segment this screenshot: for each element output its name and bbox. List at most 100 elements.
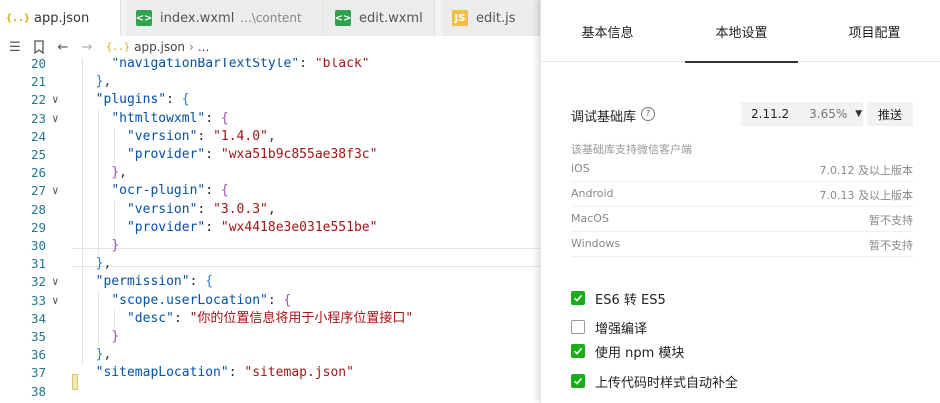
bookmark-icon[interactable] [30, 38, 48, 56]
breadcrumb-separator: › [189, 40, 194, 54]
platform-support: 7.0.13 及以上版本 [819, 189, 913, 202]
code-line[interactable]: 30 } [0, 237, 540, 255]
fold-chevron-icon[interactable]: ∨ [52, 273, 59, 291]
project-settings-panel: 基本信息 本地设置 项目配置 调试基础库 ? 2.11.2 3.65% ▼ 推送… [540, 0, 940, 403]
debug-library-label: 调试基础库 [571, 110, 637, 125]
fold-chevron-icon[interactable]: ∨ [52, 182, 59, 200]
checkbox-es6[interactable] [571, 291, 585, 305]
platform-row-android: Android 7.0.13 及以上版本 [571, 182, 913, 207]
code-line[interactable]: 26 }, [0, 164, 540, 182]
code-text: "scope.userLocation": { [111, 292, 292, 308]
tab-edit-js[interactable]: JS edit.js [442, 0, 540, 36]
library-version-select[interactable]: 2.11.2 3.65% ▼ [741, 102, 863, 126]
code-line[interactable]: 34 "desc": "你的位置信息将用于小程序位置接口" [0, 310, 540, 328]
code-text: "version": "1.4.0", [126, 128, 276, 144]
platform-support: 7.0.12 及以上版本 [819, 164, 913, 177]
fold-chevron-icon[interactable]: ∨ [52, 91, 59, 109]
line-number: 24 [30, 128, 46, 144]
line-number: 23 [30, 110, 46, 126]
breadcrumb-file[interactable]: app.json [134, 40, 185, 54]
code-text: "plugins": { [95, 92, 190, 108]
checkbox-label: 上传代码时样式自动补全 [595, 375, 739, 391]
code-line[interactable]: 25 "provider": "wxa51b9c855ae38f3c" [0, 146, 540, 164]
fold-chevron-icon[interactable]: ∨ [52, 292, 59, 310]
code-line[interactable]: 20 "navigationBarTextStyle": "black" [0, 58, 540, 73]
code-line[interactable]: 29 "provider": "wx4418e3e031e551be" [0, 219, 540, 237]
wxml-file-icon: <> [136, 10, 152, 26]
debug-library-row: 调试基础库 ? 2.11.2 3.65% ▼ 推送 [571, 100, 913, 128]
checkmark-icon [573, 294, 583, 302]
line-number: 22 [30, 92, 46, 108]
tab-app-json[interactable]: {..} app.json [0, 0, 121, 36]
json-file-icon: {..} [106, 41, 131, 53]
code-text: }, [95, 347, 112, 363]
code-line[interactable]: 38 [0, 383, 540, 401]
tab-label: edit.js [476, 10, 516, 26]
line-number: 21 [30, 74, 46, 90]
code-text: } [111, 238, 120, 253]
checkmark-icon [573, 347, 583, 355]
platform-name: MacOS [571, 212, 609, 225]
breadcrumb-toolbar: ☰ ← → {..} app.json › ... [0, 36, 540, 58]
help-icon[interactable]: ? [641, 107, 655, 121]
line-number: 36 [30, 347, 46, 363]
tab-index-wxml[interactable]: <> index.wxml ...\content [126, 0, 324, 36]
tab-path-hint: ...\content [240, 11, 302, 25]
tab-edit-wxml[interactable]: <> edit.wxml [325, 0, 435, 36]
checkbox-label: ES6 转 ES5 [595, 292, 666, 308]
checkbox-label: 增强编译 [595, 321, 648, 337]
checkbox-npm[interactable] [571, 344, 585, 358]
checkbox-row-es6[interactable]: ES6 转 ES5 [571, 289, 666, 308]
js-file-icon: JS [452, 10, 468, 26]
code-line[interactable]: 27 ∨ "ocr-plugin": { [0, 182, 540, 200]
text-cursor [72, 374, 78, 390]
code-editor[interactable]: 20 "navigationBarTextStyle": "black" 21 }… [0, 58, 540, 403]
code-line[interactable]: 31 }, [0, 255, 540, 273]
code-text: "provider": "wx4418e3e031e551be" [126, 219, 378, 235]
checkbox-style-autocomplete[interactable] [571, 374, 585, 388]
platform-row-macos: MacOS 暂不支持 [571, 207, 913, 232]
wxml-file-icon: <> [335, 10, 351, 26]
line-number: 38 [30, 383, 46, 399]
code-line[interactable]: 33 ∨ "scope.userLocation": { [0, 292, 540, 310]
push-button[interactable]: 推送 [867, 102, 913, 126]
breadcrumb-rest[interactable]: ... [198, 40, 209, 54]
checkbox-row-style-autocomplete[interactable]: 上传代码时样式自动补全 [571, 372, 739, 391]
code-text: }, [95, 256, 112, 272]
caret-down-icon: ▼ [855, 109, 863, 119]
tab-local-settings[interactable]: 本地设置 [675, 0, 808, 63]
line-number: 29 [30, 219, 46, 235]
code-line[interactable]: 36 }, [0, 346, 540, 364]
library-usage-percent: 3.65% [809, 107, 848, 121]
back-arrow-icon[interactable]: ← [54, 38, 72, 56]
code-line[interactable]: 28 "version": "3.0.3", [0, 201, 540, 219]
code-text: "sitemapLocation": "sitemap.json" [95, 365, 354, 381]
tab-label: edit.wxml [359, 10, 423, 26]
line-number: 25 [30, 147, 46, 162]
line-number: 37 [30, 365, 46, 381]
line-number: 35 [30, 329, 46, 344]
list-icon[interactable]: ☰ [6, 38, 24, 56]
code-text: "htmltowxml": { [111, 110, 229, 126]
checkbox-row-enhanced-compile[interactable]: 增强编译 [571, 318, 648, 337]
line-number: 28 [30, 201, 46, 217]
code-line[interactable]: 22 ∨ "plugins": { [0, 91, 540, 109]
code-line[interactable]: 21 }, [0, 73, 540, 91]
line-number: 31 [30, 256, 46, 272]
code-line[interactable]: 37 "sitemapLocation": "sitemap.json" [0, 364, 540, 382]
code-line[interactable]: 35 } [0, 328, 540, 346]
support-note: 该基础库支持微信客户端 [571, 143, 692, 156]
code-line[interactable]: 32 ∨ "permission": { [0, 273, 540, 291]
checkbox-row-npm[interactable]: 使用 npm 模块 [571, 342, 684, 361]
line-number: 32 [30, 274, 46, 290]
code-text: }, [111, 165, 127, 181]
code-text: "provider": "wxa51b9c855ae38f3c" [126, 147, 378, 162]
checkbox-enhanced-compile[interactable] [571, 320, 585, 334]
code-line[interactable]: 24 "version": "1.4.0", [0, 128, 540, 146]
tab-project-config[interactable]: 项目配置 [808, 0, 940, 62]
code-line[interactable]: 23 ∨ "htmltowxml": { [0, 110, 540, 128]
fold-chevron-icon[interactable]: ∨ [52, 110, 59, 128]
json-file-icon: {..} [5, 12, 31, 24]
forward-arrow-icon[interactable]: → [78, 38, 96, 56]
tab-basic-info[interactable]: 基本信息 [541, 0, 674, 62]
